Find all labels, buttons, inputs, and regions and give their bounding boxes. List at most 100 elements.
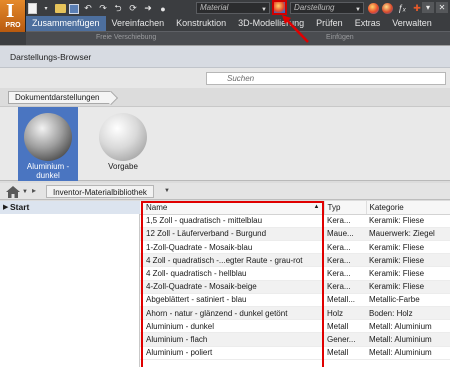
dialog-title: Darstellungs-Browser <box>0 46 450 68</box>
chevron-down-icon[interactable]: ▼ <box>164 188 170 194</box>
quick-access-extra: ƒₓ ✚ <box>368 2 423 14</box>
cell-kategorie: Metall: Aluminium <box>366 346 450 360</box>
chevron-down-icon: ▼ <box>261 7 267 13</box>
cell-kategorie: Keramik: Fliese <box>366 240 450 255</box>
table-row[interactable]: Aluminium - flach Gener... Metall: Alumini… <box>140 332 450 347</box>
cell-name: Aluminium - flach <box>140 332 324 347</box>
library-breadcrumb[interactable]: Inventor-Materialbibliothek <box>46 185 154 198</box>
window-controls: ▾ ✕ <box>422 2 448 13</box>
column-header-kategorie[interactable]: Kategorie <box>366 201 450 215</box>
table-row[interactable]: Aluminium - poliert Metall Metall: Alumini… <box>140 346 450 360</box>
logo-letter: I <box>6 1 15 22</box>
column-header-name[interactable]: Name ▲ <box>140 201 325 215</box>
table-row[interactable]: 4-Zoll-Quadrate - Mosaik-beige Kera... Ker… <box>140 280 450 294</box>
thumbnail-label: Aluminium - dunkel <box>26 162 70 180</box>
ribbon-free-move-button[interactable]: Freie Verschiebung <box>96 34 156 41</box>
highlight-arrow-icon <box>282 15 309 43</box>
cell-kategorie: Metall: Aluminium <box>366 332 450 347</box>
table-row[interactable]: 4 Zoll - quadratisch -...egter Raute - g… <box>140 253 450 268</box>
quick-access-toolbar: ▾ ↶ ↷ ⮌ ⟳ ➜ ● <box>28 1 169 16</box>
cell-kategorie: Boden: Holz <box>366 306 450 321</box>
cell-name: Abgeblättert - satiniert - blau <box>140 293 324 308</box>
close-icon[interactable]: ✕ <box>436 2 448 13</box>
chevron-right-icon: ▸ <box>32 186 37 195</box>
table-row[interactable]: Abgeblättert - satiniert - blau Metall...… <box>140 293 450 308</box>
document-appearances-panel: Aluminium - dunkel Vorgabe <box>0 106 450 181</box>
return-icon[interactable]: ⮌ <box>112 3 124 15</box>
appearance-browser-button[interactable] <box>272 0 287 15</box>
library-navigation-bar: ▼ ▸ Inventor-Materialbibliothek ▼ <box>0 183 450 200</box>
cell-typ: Maue... <box>324 227 366 242</box>
clear-appearance-icon[interactable] <box>382 2 393 14</box>
tab-zusammenfuegen[interactable]: Zusammenfügen <box>26 16 106 31</box>
cell-kategorie: Mauerwerk: Ziegel <box>366 227 450 242</box>
tab-konstruktion[interactable]: Konstruktion <box>170 16 232 31</box>
tab-extras[interactable]: Extras <box>349 16 387 31</box>
ribbon-insert-button[interactable]: Einfügen <box>326 34 354 41</box>
table-row[interactable]: 1-Zoll-Quadrate - Mosaik-blau Kera... Kera… <box>140 240 450 255</box>
table-row[interactable]: 12 Zoll - Läuferverband - Burgund Maue...… <box>140 227 450 242</box>
update-icon[interactable]: ⟳ <box>127 3 139 15</box>
cell-typ: Gener... <box>324 332 366 347</box>
document-appearances-breadcrumb[interactable]: Dokumentdarstellungen <box>8 91 111 104</box>
cell-name: 12 Zoll - Läuferverband - Burgund <box>140 227 324 242</box>
appearance-list-table: Name ▲ Typ Kategorie 1,5 Zoll - quadratis… <box>140 201 450 367</box>
open-folder-icon[interactable] <box>55 4 66 13</box>
material-sphere-icon[interactable]: ● <box>157 3 169 15</box>
cell-typ: Holz <box>324 306 366 321</box>
appearance-select-value: Darstellung <box>294 3 335 12</box>
appearance-select[interactable]: Darstellung ▼ <box>290 2 364 14</box>
cell-typ: Kera... <box>324 280 366 294</box>
cell-kategorie: Keramik: Fliese <box>366 253 450 268</box>
cell-kategorie: Metallic-Farbe <box>366 293 450 308</box>
table-header-row: Name ▲ Typ Kategorie <box>140 201 450 215</box>
cell-name: Ahorn - natur - glänzend - dunkel getönt <box>140 306 324 321</box>
ribbon-tab-bar: Zusammenfügen Vereinfachen Konstruktion … <box>26 16 438 31</box>
table-row[interactable]: 1,5 Zoll - quadratisch - mittelblau Kera.… <box>140 214 450 228</box>
cell-name: 4-Zoll-Quadrate - Mosaik-beige <box>140 280 324 294</box>
fx-parameters-icon[interactable]: ƒₓ <box>396 2 408 14</box>
chevron-down-icon[interactable]: ▼ <box>22 189 28 195</box>
material-select-value: Material <box>200 3 229 12</box>
material-select[interactable]: Material ▼ <box>196 2 270 14</box>
inventor-logo-button[interactable]: I PRO <box>0 0 26 32</box>
minimize-icon[interactable]: ▾ <box>422 2 434 13</box>
search-input[interactable]: Suchen <box>206 72 446 85</box>
adjust-appearance-icon[interactable] <box>368 2 379 14</box>
tree-node-label: Start <box>10 202 30 212</box>
cell-typ: Kera... <box>324 253 366 268</box>
appearance-thumbnail-aluminium-dunkel[interactable]: Aluminium - dunkel <box>18 107 78 181</box>
table-row[interactable]: Ahorn - natur - glänzend - dunkel getönt… <box>140 306 450 321</box>
save-icon[interactable] <box>69 3 79 14</box>
appearance-sphere-preview <box>99 113 147 161</box>
cell-typ: Kera... <box>324 214 366 228</box>
thumbnail-label: Vorgabe <box>108 162 138 171</box>
table-row[interactable]: 4 Zoll- quadratisch - hellblau Kera... Ker… <box>140 266 450 281</box>
cell-name: 1,5 Zoll - quadratisch - mittelblau <box>140 214 324 228</box>
home-icon[interactable] <box>6 186 20 198</box>
cell-name: Aluminium - dunkel <box>140 319 324 334</box>
redo-icon[interactable]: ↷ <box>97 3 109 15</box>
undo-icon[interactable]: ↶ <box>82 3 94 15</box>
new-dropdown-icon[interactable]: ▾ <box>40 3 52 15</box>
cell-name: 4 Zoll- quadratisch - hellblau <box>140 266 324 281</box>
tab-vereinfachen[interactable]: Vereinfachen <box>106 16 171 31</box>
cell-kategorie: Metall: Aluminium <box>366 319 450 334</box>
cell-typ: Metall... <box>324 293 366 308</box>
tab-verwalten[interactable]: Verwalten <box>386 16 438 31</box>
cell-typ: Metall <box>324 346 366 360</box>
cell-name: 4 Zoll - quadratisch -...egter Raute - g… <box>140 253 324 268</box>
appearance-thumbnail-vorgabe[interactable]: Vorgabe <box>93 107 153 181</box>
table-row[interactable]: Aluminium - dunkel Metall Metall: Aluminiu… <box>140 319 450 334</box>
select-arrow-icon[interactable]: ➜ <box>142 3 154 15</box>
cell-typ: Metall <box>324 319 366 334</box>
cell-typ: Kera... <box>324 266 366 281</box>
column-header-typ[interactable]: Typ <box>324 201 367 215</box>
new-document-icon[interactable] <box>28 3 37 14</box>
cell-kategorie: Keramik: Fliese <box>366 214 450 228</box>
tab-pruefen[interactable]: Prüfen <box>310 16 349 31</box>
tree-node-start[interactable]: ▶ Start <box>0 201 140 214</box>
cell-name: 1-Zoll-Quadrate - Mosaik-blau <box>140 240 324 255</box>
expand-arrow-icon[interactable]: ▶ <box>3 201 8 214</box>
cell-kategorie: Keramik: Fliese <box>366 280 450 294</box>
